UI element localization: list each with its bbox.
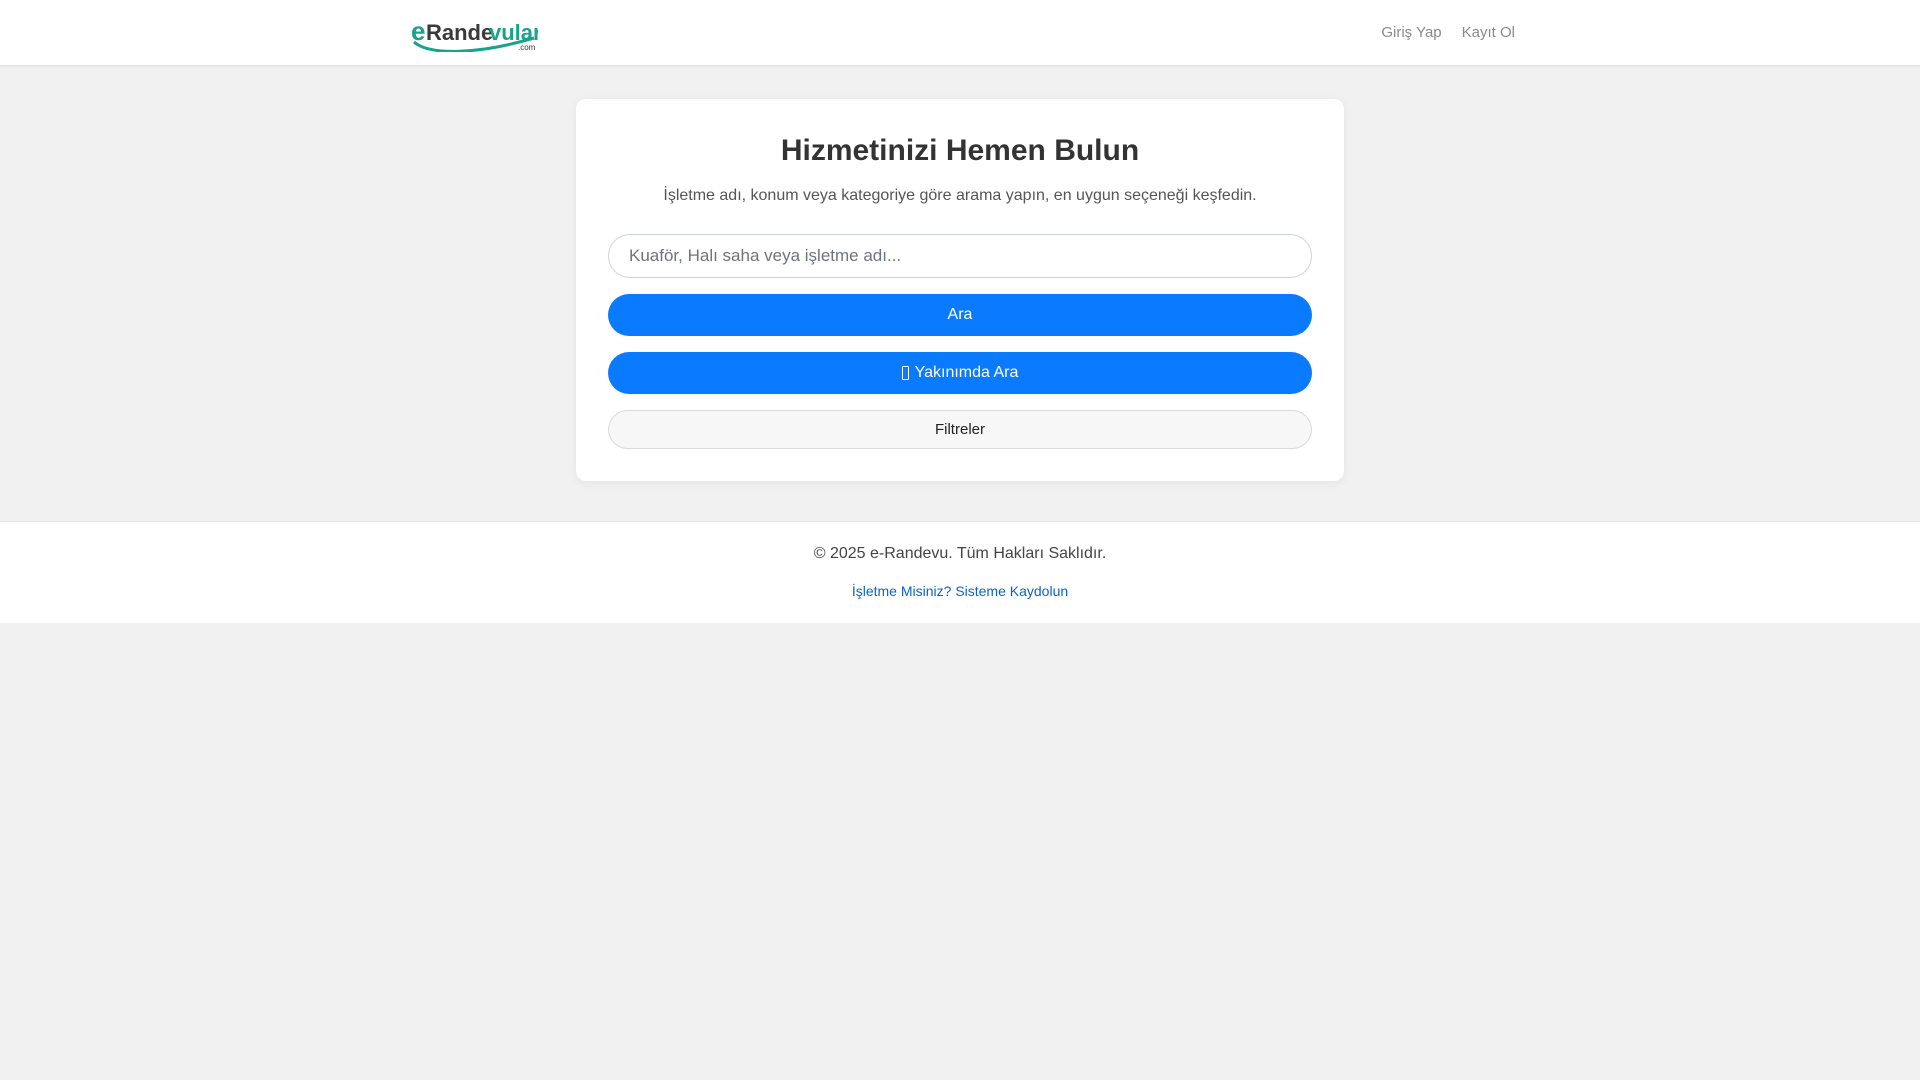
top-navbar: e Rande vular .com Giriş Yap Kayıt Ol [0,0,1920,66]
header-nav: Giriş Yap Kayıt Ol [1381,0,1515,64]
business-register-link[interactable]: İşletme Misiniz? Sisteme Kaydolun [0,583,1920,599]
page-title: Hizmetinizi Hemen Bulun [780,134,1140,167]
nearby-search-label: Yakınımda Ara [914,364,1019,381]
login-link[interactable]: Giriş Yap [1381,24,1441,41]
logo-mark: e Rande vular .com [411,16,538,52]
register-link[interactable]: Kayıt Ol [1462,24,1515,41]
svg-text:e: e [411,16,425,46]
search-input[interactable] [608,234,1312,278]
filters-button[interactable]: Filtreler [608,410,1312,449]
search-button-label: Ara [947,306,973,323]
filters-label: Filtreler [934,421,985,438]
search-button[interactable]: Ara [608,294,1312,336]
svg-text:Rande: Rande [426,20,493,45]
page-footer: © 2025 e-Randevu. Tüm Hakları Saklıdır. … [0,521,1920,623]
svg-text:.com: .com [518,43,536,52]
site-logo[interactable]: e Rande vular .com [410,16,538,52]
svg-text:vular: vular [489,20,538,45]
page-subtitle: İşletme adı, konum veya kategoriye göre … [663,187,1257,204]
nearby-search-button[interactable]: Yakınımda Ara [608,352,1312,394]
location-icon [901,366,909,380]
footer-copyright: © 2025 e-Randevu. Tüm Hakları Saklıdır. [813,545,1107,562]
